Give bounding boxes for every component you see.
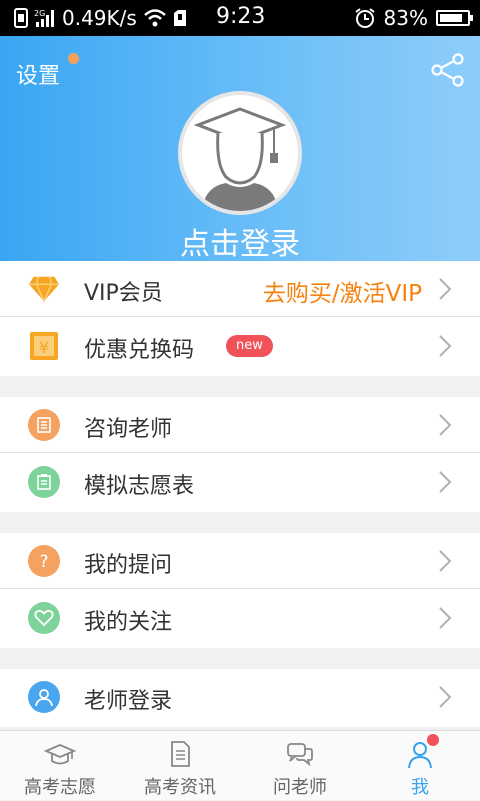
mock-application-label: 模拟志愿表 <box>84 474 195 499</box>
profile-header: 设置 点击登录 <box>0 36 480 263</box>
chevron-right-icon <box>439 607 452 629</box>
menu-group-membership: VIP会员 去购买/激活VIP ¥ 优惠兑换码 new <box>0 261 480 376</box>
avatar[interactable] <box>178 91 302 215</box>
bottom-tab-bar: 高考志愿 高考资讯 问老师 我 <box>0 730 480 800</box>
login-prompt[interactable]: 点击登录 <box>0 219 480 263</box>
chevron-right-icon <box>439 686 452 708</box>
vip-member-label: VIP会员 <box>84 281 163 306</box>
teacher-icon <box>28 681 60 713</box>
tab-label: 高考资讯 <box>144 777 216 798</box>
menu-group-consult: 咨询老师 模拟志愿表 <box>0 397 480 512</box>
coupon-code-row[interactable]: ¥ 优惠兑换码 new <box>0 318 480 374</box>
chevron-right-icon <box>439 550 452 572</box>
tab-ask-teacher[interactable]: 问老师 <box>240 731 360 801</box>
coupon-icon: ¥ <box>28 330 60 362</box>
coupon-code-label: 优惠兑换码 <box>84 338 195 363</box>
consult-teacher-label: 咨询老师 <box>84 417 173 442</box>
battery-percent: 83% <box>383 6 428 30</box>
divider <box>0 588 480 589</box>
my-follows-row[interactable]: 我的关注 <box>0 590 480 646</box>
battery-level <box>440 14 462 22</box>
wifi-icon <box>143 9 166 27</box>
menu-group-teacher: 老师登录 <box>0 669 480 727</box>
status-left: 2G 0.49K/s <box>14 0 187 36</box>
settings-notification-dot <box>68 53 79 64</box>
tab-label: 高考志愿 <box>24 777 96 798</box>
settings-button[interactable]: 设置 <box>16 58 60 90</box>
chat-icon <box>287 743 313 767</box>
form-icon <box>28 466 60 498</box>
my-follows-label: 我的关注 <box>84 610 173 635</box>
question-icon: ? <box>28 545 60 577</box>
tab-me-notification-dot <box>427 734 439 746</box>
heart-icon <box>28 602 60 634</box>
tab-me[interactable]: 我 <box>360 731 480 801</box>
sd-card-icon <box>173 10 186 26</box>
diamond-icon <box>28 273 60 305</box>
divider <box>0 316 480 317</box>
network-speed: 0.49K/s <box>62 6 137 30</box>
consult-icon <box>28 409 60 441</box>
my-questions-label: 我的提问 <box>84 553 173 578</box>
mock-application-row[interactable]: 模拟志愿表 <box>0 454 480 510</box>
tab-label: 问老师 <box>273 777 327 798</box>
status-time: 9:23 <box>216 4 266 29</box>
sim-icon <box>14 8 28 28</box>
tab-label: 我 <box>411 777 429 798</box>
graduate-avatar-icon <box>193 107 287 211</box>
teacher-login-label: 老师登录 <box>84 689 173 714</box>
vip-member-row[interactable]: VIP会员 去购买/激活VIP <box>0 261 480 317</box>
consult-teacher-row[interactable]: 咨询老师 <box>0 397 480 453</box>
news-icon <box>171 741 190 767</box>
teacher-login-row[interactable]: 老师登录 <box>0 669 480 725</box>
svg-text:?: ? <box>39 552 48 571</box>
new-badge: new <box>226 335 273 357</box>
tab-gaokao-news[interactable]: 高考资讯 <box>120 731 240 801</box>
svg-text:¥: ¥ <box>39 338 49 357</box>
tab-gaokao-volunteer[interactable]: 高考志愿 <box>0 731 120 801</box>
alarm-icon <box>354 8 375 28</box>
chevron-right-icon <box>439 278 452 300</box>
share-icon[interactable] <box>430 52 466 88</box>
graduation-cap-icon <box>44 744 76 765</box>
network-type: 2G <box>34 9 45 18</box>
my-questions-row[interactable]: ? 我的提问 <box>0 533 480 589</box>
signal-icon: 2G <box>34 9 54 27</box>
status-right: 83% <box>354 0 473 36</box>
battery-icon <box>436 10 473 26</box>
chevron-right-icon <box>439 335 452 357</box>
chevron-right-icon <box>439 471 452 493</box>
chevron-right-icon <box>439 414 452 436</box>
menu-group-activity: ? 我的提问 我的关注 <box>0 533 480 648</box>
vip-purchase-link[interactable]: 去购买/激活VIP <box>263 274 422 308</box>
divider <box>0 452 480 453</box>
status-bar: 2G 0.49K/s 9:23 83% <box>0 0 480 36</box>
